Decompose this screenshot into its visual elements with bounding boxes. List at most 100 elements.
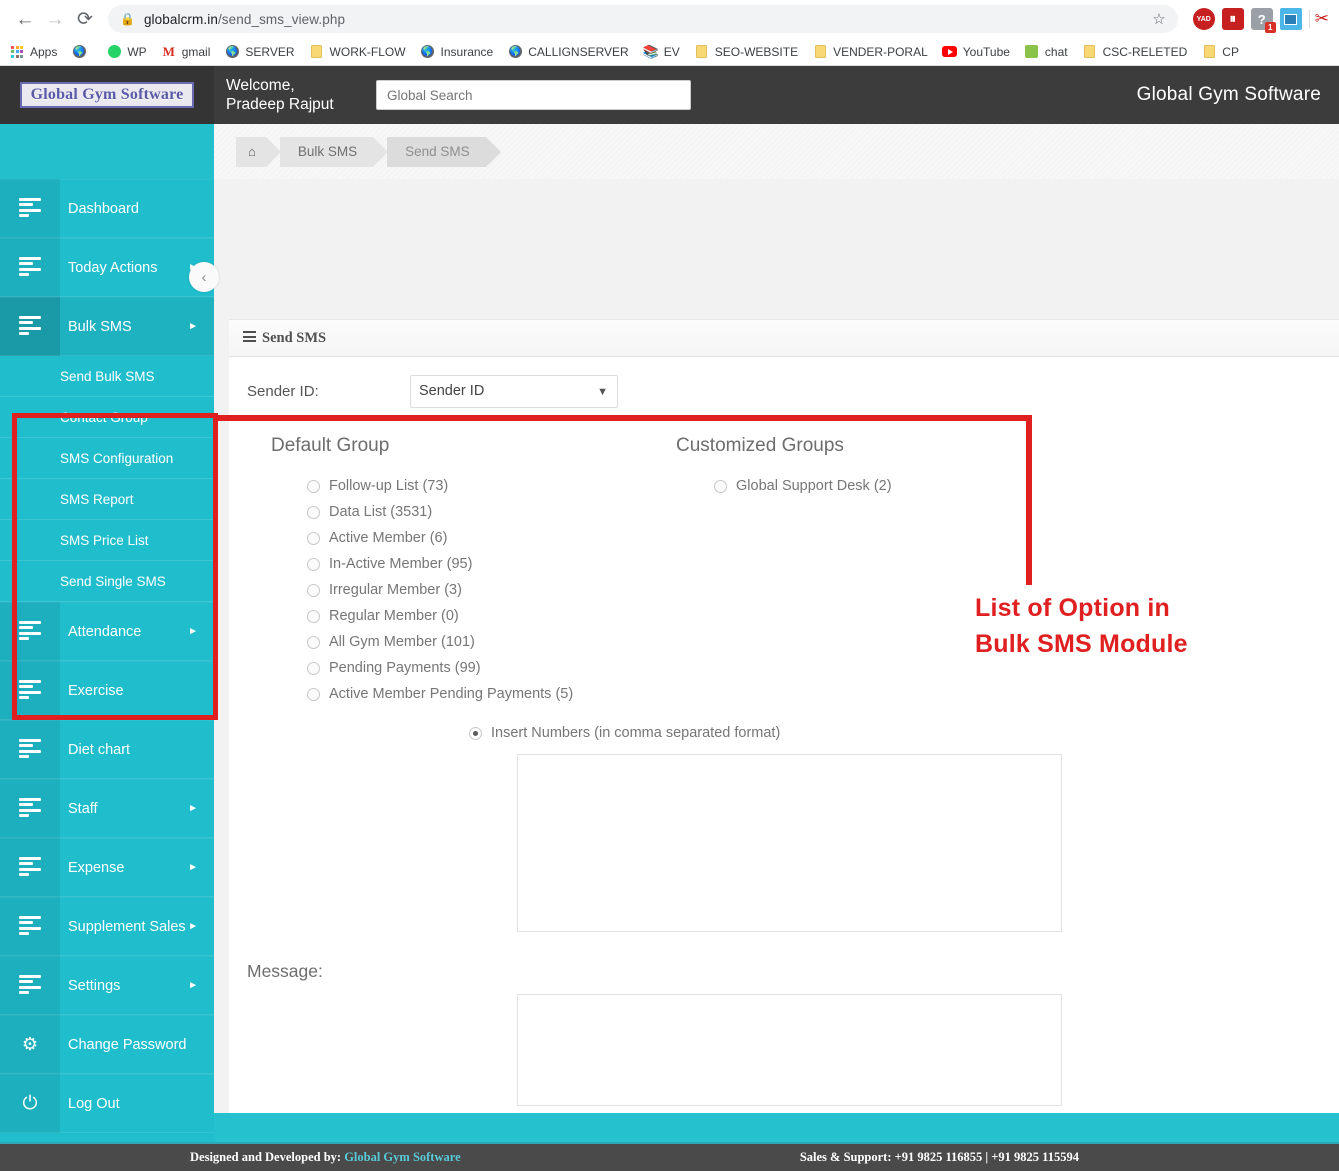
hamburger-icon bbox=[243, 331, 256, 345]
sidebar-item-expense[interactable]: Expense ► bbox=[0, 838, 214, 897]
sidebar-item-today-actions[interactable]: Today Actions ► bbox=[0, 238, 214, 297]
default-group-title: Default Group bbox=[259, 435, 654, 457]
forward-arrow-icon[interactable]: → bbox=[40, 4, 70, 34]
menu-bars-icon bbox=[0, 720, 60, 779]
message-textarea[interactable] bbox=[517, 994, 1062, 1106]
sidebar-subitem-sms-price-list[interactable]: SMS Price List bbox=[0, 520, 214, 561]
bookmark-chat[interactable]: chat bbox=[1024, 44, 1068, 60]
radio-icon[interactable] bbox=[307, 506, 320, 519]
radio-icon[interactable] bbox=[469, 727, 482, 740]
footer-credit-link[interactable]: Global Gym Software bbox=[344, 1150, 460, 1164]
insert-numbers-row[interactable]: Insert Numbers (in comma separated forma… bbox=[229, 707, 1339, 741]
sidebar-item-supplement-sales[interactable]: Supplement Sales ► bbox=[0, 897, 214, 956]
bookmark-work-flow[interactable]: WORK-FLOW bbox=[309, 44, 406, 60]
menu-bars-icon bbox=[0, 179, 60, 238]
radio-icon[interactable] bbox=[307, 558, 320, 571]
home-icon: ⌂ bbox=[248, 144, 256, 159]
image-extension-icon[interactable] bbox=[1280, 8, 1302, 30]
bookmark-seo-website[interactable]: SEO-WEBSITE bbox=[694, 44, 798, 60]
sidebar-subitem-send-bulk-sms[interactable]: Send Bulk SMS bbox=[0, 356, 214, 397]
group-option-active-member-pending-payments[interactable]: Active Member Pending Payments (5) bbox=[259, 681, 654, 707]
sidebar-subitem-contact-group[interactable]: Contact Group bbox=[0, 397, 214, 438]
play-extension-icon[interactable]: ⏸ bbox=[1222, 8, 1244, 30]
yad-extension-icon[interactable]: YAD bbox=[1193, 8, 1215, 30]
group-option-regular-member[interactable]: Regular Member (0) bbox=[259, 603, 654, 629]
back-arrow-icon[interactable]: ← bbox=[10, 4, 40, 34]
sidebar-item-dashboard[interactable]: Dashboard bbox=[0, 179, 214, 238]
bookmark-star-icon[interactable]: ☆ bbox=[1152, 10, 1165, 28]
group-option-data-list[interactable]: Data List (3531) bbox=[259, 499, 654, 525]
sidebar-item-staff[interactable]: Staff ► bbox=[0, 779, 214, 838]
address-bar[interactable]: 🔒 globalcrm.in/send_sms_view.php ☆ bbox=[108, 5, 1178, 33]
bookmark-youtube[interactable]: YouTube bbox=[942, 44, 1010, 60]
page-footer: Designed and Developed by: Global Gym So… bbox=[0, 1142, 1339, 1171]
sidebar-item-label: Log Out bbox=[60, 1096, 214, 1112]
lock-icon: 🔒 bbox=[120, 12, 135, 26]
bookmark-apps[interactable]: Apps bbox=[9, 44, 57, 60]
globe-icon: 🌎 bbox=[71, 44, 87, 60]
bookmark-csc-releted[interactable]: CSC-RELETED bbox=[1082, 44, 1188, 60]
bookmark-ev[interactable]: 📚 EV bbox=[643, 44, 680, 60]
radio-icon[interactable] bbox=[307, 480, 320, 493]
chat-icon bbox=[1024, 44, 1040, 60]
bookmark-vender-poral[interactable]: VENDER-PORAL bbox=[812, 44, 928, 60]
group-option-label: In-Active Member (95) bbox=[329, 556, 472, 572]
chevron-right-icon: ► bbox=[188, 862, 214, 873]
globe-icon: 🌎 bbox=[420, 44, 436, 60]
global-search-input[interactable] bbox=[376, 80, 691, 110]
group-option-follow-up-list[interactable]: Follow-up List (73) bbox=[259, 473, 654, 499]
sidebar-subitem-sms-report[interactable]: SMS Report bbox=[0, 479, 214, 520]
group-option-pending-payments[interactable]: Pending Payments (99) bbox=[259, 655, 654, 681]
sidebar-item-attendance[interactable]: Attendance ► bbox=[0, 602, 214, 661]
url-domain: globalcrm.in bbox=[144, 12, 218, 27]
sidebar-item-log-out[interactable]: ⏻ Log Out bbox=[0, 1074, 214, 1133]
sidebar-item-label: Expense bbox=[60, 860, 188, 876]
sidebar-item-settings[interactable]: Settings ► bbox=[0, 956, 214, 1015]
breadcrumb-item-bulk-sms[interactable]: Bulk SMS bbox=[280, 137, 373, 167]
sidebar-subitem-sms-configuration[interactable]: SMS Configuration bbox=[0, 438, 214, 479]
sender-id-select[interactable]: Sender ID bbox=[410, 375, 618, 408]
bookmark-wp[interactable]: WP bbox=[106, 44, 146, 60]
sidebar-item-bulk-sms[interactable]: Bulk SMS ► bbox=[0, 297, 214, 356]
scissors-extension-icon[interactable]: ✂ bbox=[1315, 9, 1329, 29]
browser-chrome: ← → ⟳ 🔒 globalcrm.in/send_sms_view.php ☆… bbox=[0, 0, 1339, 66]
bookmark-globe-1[interactable]: 🌎 bbox=[71, 44, 92, 60]
sidebar-item-label: Staff bbox=[60, 801, 188, 817]
group-option-label: All Gym Member (101) bbox=[329, 634, 475, 650]
bookmark-label: chat bbox=[1045, 45, 1068, 59]
group-option-global-support-desk[interactable]: Global Support Desk (2) bbox=[664, 473, 1054, 499]
bookmark-callignserver[interactable]: 🌎 CALLIGNSERVER bbox=[507, 44, 628, 60]
radio-icon[interactable] bbox=[714, 480, 727, 493]
question-extension-icon[interactable]: ?1 bbox=[1251, 8, 1273, 30]
sidebar-collapse-toggle[interactable]: ‹ bbox=[189, 262, 219, 292]
group-option-in-active-member[interactable]: In-Active Member (95) bbox=[259, 551, 654, 577]
group-option-all-gym-member[interactable]: All Gym Member (101) bbox=[259, 629, 654, 655]
breadcrumb-home[interactable]: ⌂ bbox=[236, 137, 266, 167]
radio-icon[interactable] bbox=[307, 532, 320, 545]
sidebar-item-diet-chart[interactable]: Diet chart bbox=[0, 720, 214, 779]
extension-badge: 1 bbox=[1265, 22, 1276, 33]
breadcrumb-item-send-sms[interactable]: Send SMS bbox=[387, 137, 486, 167]
bookmark-insurance[interactable]: 🌎 Insurance bbox=[420, 44, 494, 60]
bookmark-gmail[interactable]: M gmail bbox=[161, 44, 211, 60]
group-option-irregular-member[interactable]: Irregular Member (3) bbox=[259, 577, 654, 603]
radio-icon[interactable] bbox=[307, 584, 320, 597]
reload-icon[interactable]: ⟳ bbox=[70, 4, 100, 34]
welcome-line-2: Pradeep Rajput bbox=[226, 95, 366, 114]
sidebar-item-change-password[interactable]: ⚙ Change Password bbox=[0, 1015, 214, 1074]
sidebar-item-exercise[interactable]: Exercise bbox=[0, 661, 214, 720]
logo-cell[interactable]: Global Gym Software bbox=[0, 66, 214, 124]
radio-icon[interactable] bbox=[307, 662, 320, 675]
url-text: globalcrm.in/send_sms_view.php bbox=[144, 12, 345, 27]
bookmark-server[interactable]: 🌎 SERVER bbox=[224, 44, 294, 60]
bookmark-cp[interactable]: CP bbox=[1201, 44, 1239, 60]
radio-icon[interactable] bbox=[307, 610, 320, 623]
customized-group-column: Customized Groups Global Support Desk (2… bbox=[654, 435, 1054, 707]
sidebar-subitem-send-single-sms[interactable]: Send Single SMS bbox=[0, 561, 214, 602]
radio-icon[interactable] bbox=[307, 688, 320, 701]
customized-group-title: Customized Groups bbox=[664, 435, 1054, 457]
group-option-active-member[interactable]: Active Member (6) bbox=[259, 525, 654, 551]
url-path: /send_sms_view.php bbox=[218, 12, 345, 27]
numbers-textarea[interactable] bbox=[517, 754, 1062, 932]
radio-icon[interactable] bbox=[307, 636, 320, 649]
